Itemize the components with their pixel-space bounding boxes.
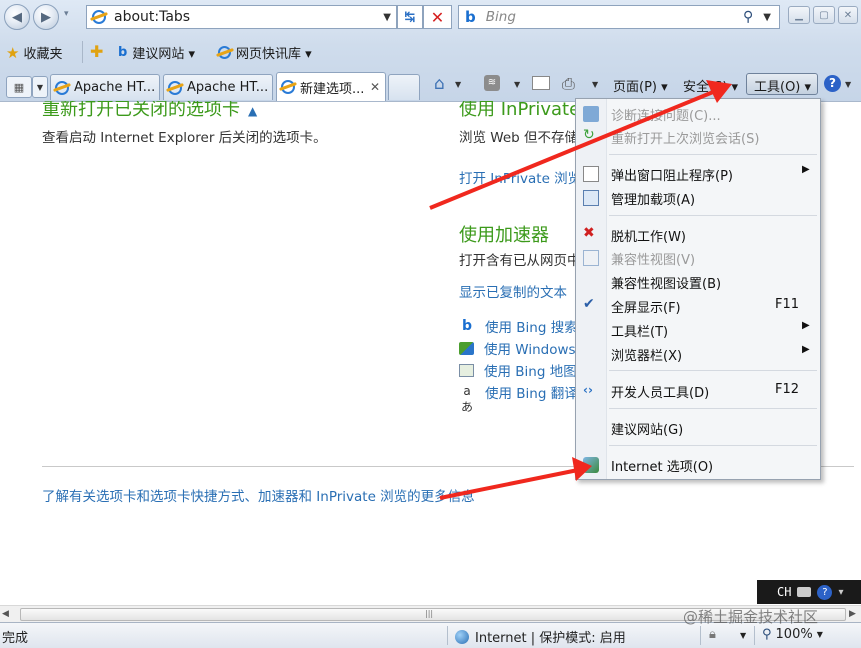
grip-icon: ||| bbox=[425, 609, 434, 618]
keyboard-icon[interactable] bbox=[797, 587, 812, 597]
scroll-left-icon[interactable]: ◀ bbox=[2, 609, 9, 619]
language-indicator[interactable]: CH bbox=[777, 585, 791, 599]
protected-mode-dropdown-icon[interactable]: ▼ bbox=[740, 631, 746, 640]
annotation-arrow-tools bbox=[429, 88, 719, 210]
status-divider bbox=[700, 626, 701, 645]
globe-icon bbox=[455, 629, 469, 644]
protected-mode-icon[interactable]: 🔒︎ bbox=[709, 627, 716, 642]
zoom-level: 100% bbox=[775, 627, 813, 642]
zone-text: Internet | 保护模式: 启用 bbox=[475, 631, 626, 646]
options-icon[interactable]: ▾ bbox=[838, 587, 843, 598]
scroll-right-icon[interactable]: ▶ bbox=[849, 609, 856, 619]
zoom-control[interactable]: ⚲ 100% ▼ bbox=[762, 627, 823, 642]
status-divider bbox=[754, 626, 755, 645]
status-divider bbox=[447, 626, 448, 645]
zoom-icon: ⚲ bbox=[762, 627, 772, 642]
annotation-arrow-options bbox=[439, 468, 579, 500]
status-text: 完成 bbox=[2, 631, 29, 646]
annotation-arrowhead bbox=[572, 457, 592, 481]
help-icon[interactable]: ? bbox=[817, 584, 833, 600]
zoom-dropdown-icon: ▼ bbox=[816, 630, 823, 639]
language-bar: CH ? ▾ bbox=[757, 580, 861, 604]
security-zone[interactable]: Internet | 保护模式: 启用 bbox=[455, 627, 626, 646]
watermark: @稀土掘金技术社区 bbox=[683, 608, 819, 626]
annotation-arrows bbox=[429, 80, 732, 500]
